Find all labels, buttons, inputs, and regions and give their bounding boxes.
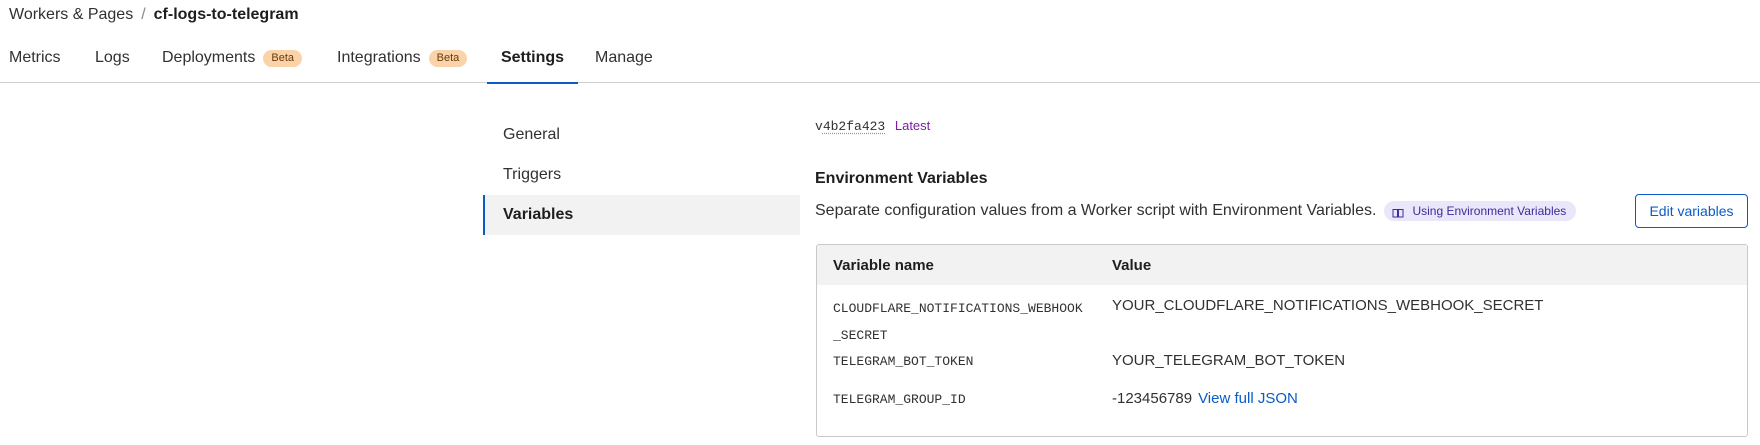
- variables-table: Variable name Value CLOUDFLARE_NOTIFICAT…: [816, 244, 1748, 437]
- variable-value-cell: -123456789 View full JSON: [1112, 388, 1298, 410]
- sidenav-item-triggers[interactable]: Triggers: [483, 155, 800, 195]
- column-header-name: Variable name: [833, 256, 934, 274]
- version-hash[interactable]: 4b2fa423: [823, 119, 885, 134]
- tab-settings-label: Settings: [500, 49, 565, 66]
- latest-tag: Latest: [894, 118, 931, 133]
- breadcrumb: Workers & Pages / cf-logs-to-telegram: [9, 5, 299, 25]
- table-row: CLOUDFLARE_NOTIFICATIONS_WEBHOOK_SECRET …: [817, 295, 1747, 349]
- settings-sidenav: General Triggers Variables: [483, 115, 800, 235]
- tab-metrics[interactable]: Metrics: [9, 33, 61, 83]
- tab-manage-label: Manage: [595, 49, 653, 66]
- breadcrumb-current: cf-logs-to-telegram: [153, 6, 299, 23]
- tab-deployments-label: Deployments: [162, 49, 256, 66]
- section-title: Environment Variables: [815, 170, 988, 187]
- sidenav-item-label: General: [503, 126, 560, 143]
- description-text: Separate configuration values from a Wor…: [815, 202, 1377, 219]
- variable-value: YOUR_CLOUDFLARE_NOTIFICATIONS_WEBHOOK_SE…: [1112, 297, 1544, 314]
- sidenav-item-label: Triggers: [503, 166, 562, 183]
- docs-link-label: Using Environment Variables: [1412, 204, 1567, 218]
- tab-logs-label: Logs: [95, 49, 130, 66]
- edit-variables-button[interactable]: Edit variables: [1635, 194, 1748, 228]
- tab-integrations-label: Integrations: [337, 49, 421, 66]
- view-full-json-link[interactable]: View full JSON: [1198, 390, 1298, 407]
- sidenav-item-variables[interactable]: Variables: [483, 195, 800, 235]
- tab-deployments[interactable]: Deployments Beta: [162, 33, 303, 83]
- version-indicator: v4b2fa423 Latest: [815, 116, 930, 137]
- variable-name: TELEGRAM_GROUP_ID: [833, 392, 966, 407]
- beta-badge: Beta: [428, 49, 468, 67]
- column-header-value: Value: [1112, 256, 1152, 274]
- docs-link[interactable]: Using Environment Variables: [1384, 201, 1577, 221]
- tab-metrics-label: Metrics: [9, 49, 61, 66]
- table-row: TELEGRAM_GROUP_ID -123456789 View full JS…: [817, 386, 1747, 418]
- tab-manage[interactable]: Manage: [595, 33, 653, 83]
- section-description: Separate configuration values from a Wor…: [815, 200, 1577, 222]
- table-row: TELEGRAM_BOT_TOKEN YOUR_TELEGRAM_BOT_TOK…: [817, 348, 1747, 380]
- tab-integrations[interactable]: Integrations Beta: [337, 33, 468, 83]
- variable-name: CLOUDFLARE_NOTIFICATIONS_WEBHOOK_SECRET: [833, 301, 1083, 343]
- tab-logs[interactable]: Logs: [95, 33, 130, 83]
- tab-settings[interactable]: Settings: [487, 33, 578, 84]
- sidenav-item-label: Variables: [503, 206, 574, 223]
- version-prefix: v: [815, 119, 823, 134]
- variable-value: YOUR_TELEGRAM_BOT_TOKEN: [1112, 352, 1346, 369]
- variable-name: TELEGRAM_BOT_TOKEN: [833, 354, 974, 369]
- beta-badge: Beta: [263, 49, 303, 67]
- table-header: Variable name Value: [817, 245, 1747, 285]
- variable-value: -123456789: [1112, 390, 1193, 407]
- book-icon: [1392, 206, 1404, 218]
- sidenav-item-general[interactable]: General: [483, 115, 800, 155]
- breadcrumb-workers-pages[interactable]: Workers & Pages: [9, 6, 133, 23]
- breadcrumb-separator: /: [141, 6, 146, 23]
- tab-bar: Metrics Logs Deployments Beta Integratio…: [0, 33, 1760, 84]
